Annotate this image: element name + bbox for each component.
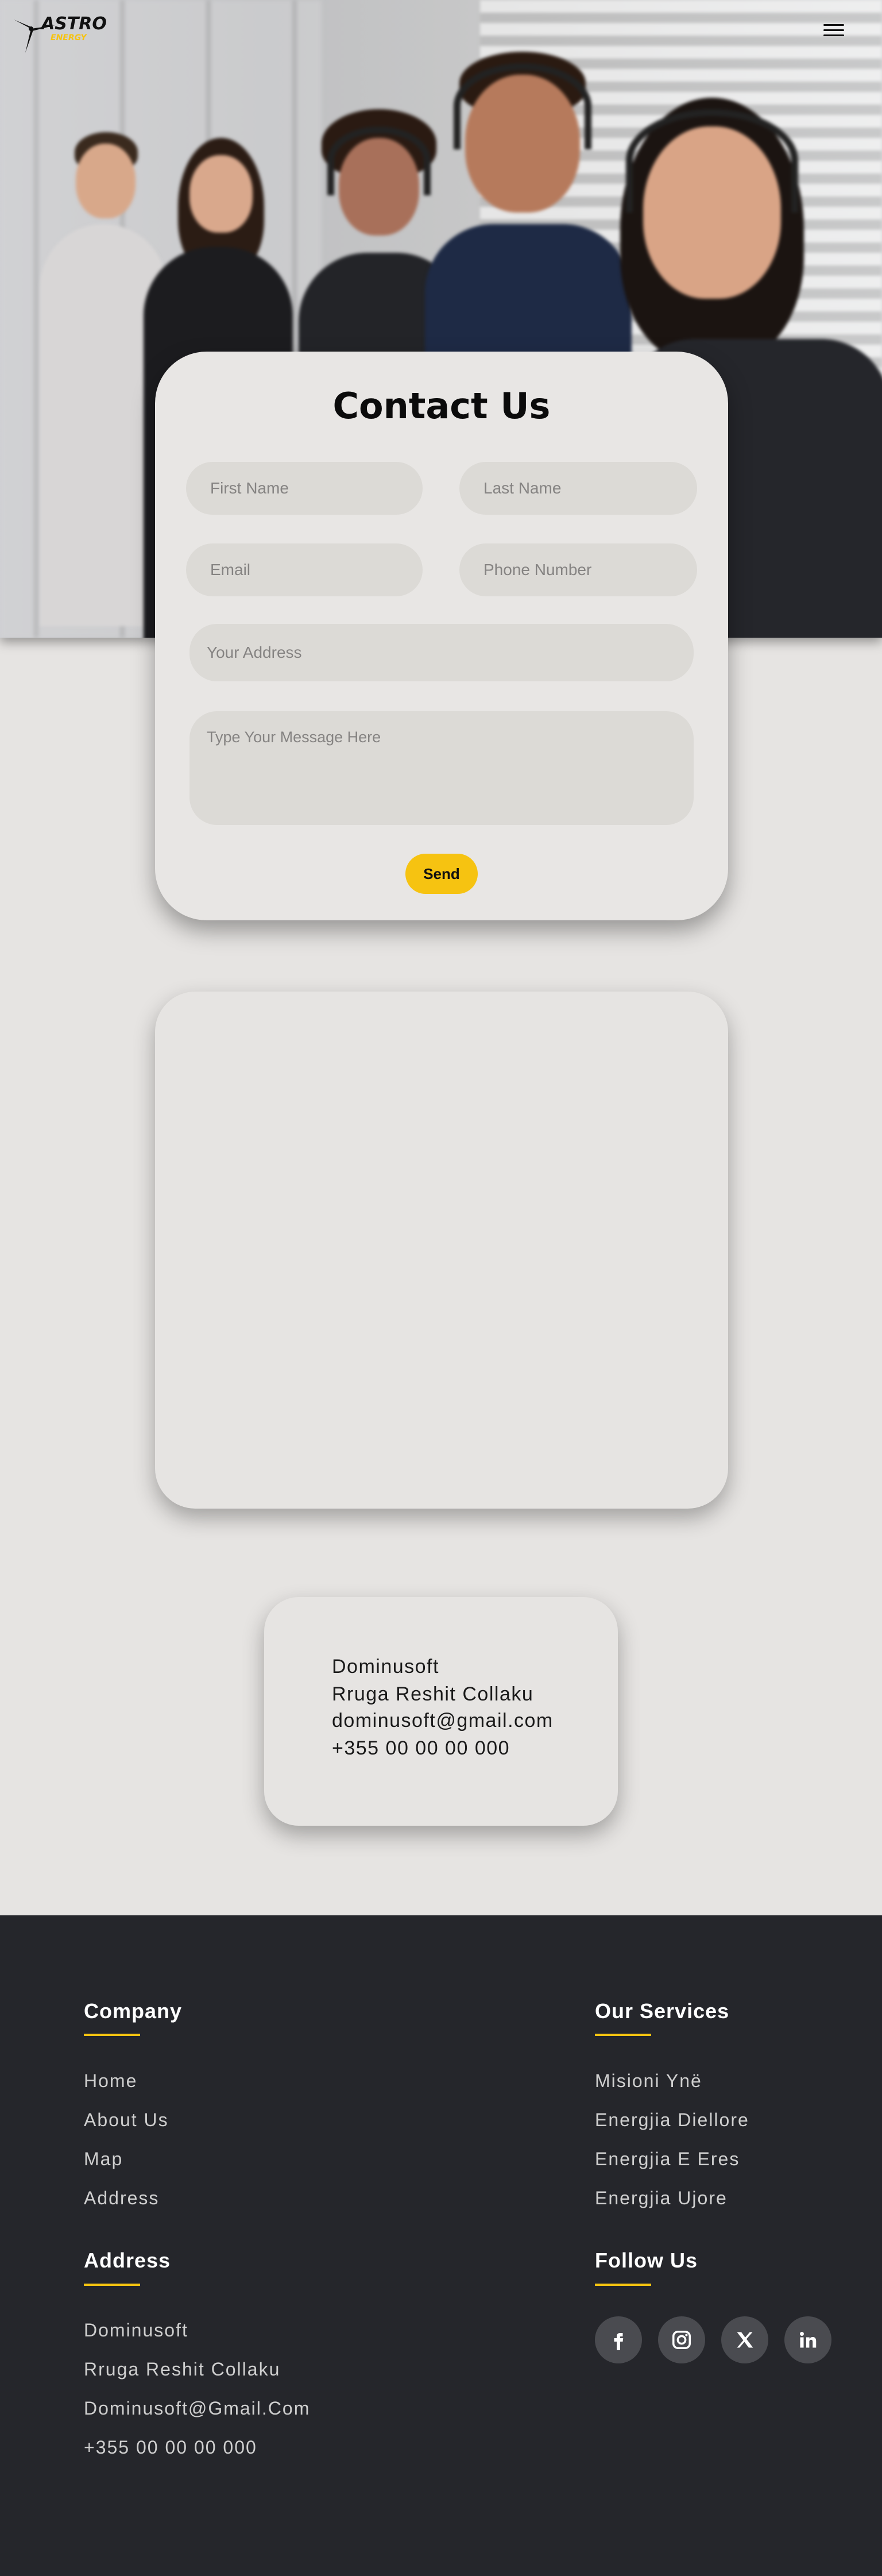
info-company: Dominusoft xyxy=(332,1656,439,1678)
phone-field[interactable] xyxy=(459,543,697,596)
instagram-icon[interactable] xyxy=(658,2316,705,2363)
footer-services-heading: Our Services xyxy=(595,1999,730,2023)
brand-name: ASTRO xyxy=(41,14,107,34)
map-embed[interactable] xyxy=(155,992,728,1509)
footer-address-street: Rruga Reshit Collaku xyxy=(84,2359,281,2380)
footer-link-mission[interactable]: Misioni Ynë xyxy=(595,2070,702,2092)
footer-address-heading: Address xyxy=(84,2249,171,2272)
linkedin-icon[interactable] xyxy=(784,2316,831,2363)
send-button[interactable]: Send xyxy=(405,854,478,894)
footer-link-about[interactable]: About Us xyxy=(84,2110,169,2131)
footer-heading-underline xyxy=(84,2284,140,2286)
info-email: dominusoft@gmail.com xyxy=(332,1710,554,1732)
hamburger-menu-icon[interactable] xyxy=(821,21,846,40)
brand-tagline: ENERGY xyxy=(51,33,87,43)
footer-heading-underline xyxy=(84,2034,140,2036)
footer-link-wind[interactable]: Energjia E Eres xyxy=(595,2149,740,2170)
footer-address-company: Dominusoft xyxy=(84,2320,188,2340)
page-title: Contact Us xyxy=(332,385,551,427)
contact-form-card: Contact Us Send xyxy=(155,352,728,920)
footer-link-solar[interactable]: Energjia Diellore xyxy=(595,2110,749,2131)
last-name-field[interactable] xyxy=(459,462,697,515)
footer-address-email[interactable]: Dominusoft@Gmail.Com xyxy=(84,2398,310,2419)
footer-heading-underline xyxy=(595,2034,651,2036)
address-field[interactable] xyxy=(189,624,694,681)
footer-link-address[interactable]: Address xyxy=(84,2188,159,2209)
footer-heading-underline xyxy=(595,2284,651,2286)
info-street: Rruga Reshit Collaku xyxy=(332,1683,534,1705)
first-name-field[interactable] xyxy=(186,462,423,515)
x-icon[interactable] xyxy=(721,2316,768,2363)
brand-logo[interactable]: ASTRO ENERGY xyxy=(8,8,107,54)
contact-info-card: Dominusoft Rruga Reshit Collaku dominuso… xyxy=(264,1597,618,1826)
message-field[interactable] xyxy=(189,711,694,825)
footer-follow-heading: Follow Us xyxy=(595,2249,698,2272)
footer-link-hydro[interactable]: Energjia Ujore xyxy=(595,2188,728,2209)
info-phone: +355 00 00 00 000 xyxy=(332,1737,510,1759)
footer-address-phone: +355 00 00 00 000 xyxy=(84,2437,257,2458)
facebook-icon[interactable] xyxy=(595,2316,642,2363)
email-field[interactable] xyxy=(186,543,423,596)
footer-company-heading: Company xyxy=(84,1999,183,2023)
footer-link-home[interactable]: Home xyxy=(84,2070,137,2092)
footer-link-map[interactable]: Map xyxy=(84,2149,123,2170)
